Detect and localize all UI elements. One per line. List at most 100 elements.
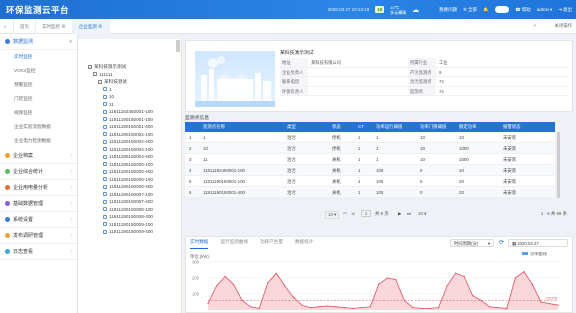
node-icon [103, 222, 107, 227]
company-title: 某科技演示测试 [280, 51, 314, 56]
collapse-icon: − [98, 79, 102, 84]
tree-node[interactable]: 11911190150009-400 [88, 228, 181, 236]
close-actions-button[interactable]: 关闭操作 [554, 23, 572, 29]
tree-node[interactable]: 11911190150006-100 [88, 176, 181, 184]
sidebar-group-1[interactable]: 企业档案 › [0, 148, 77, 164]
tree-node[interactable]: 11911190150008-400 [88, 213, 181, 221]
column-header[interactable]: 状态 [332, 122, 358, 132]
tree-node[interactable]: 11911190150002-400 [88, 138, 181, 146]
chart-tab[interactable]: 实时数据 [190, 239, 209, 249]
sidebar-group-0[interactable]: 数据监测 ▾ [0, 34, 77, 50]
sidebar-group-label: 基础数据管理 [13, 200, 44, 207]
question-button[interactable]: 我要问题 [439, 7, 457, 13]
tree-node-label: 11911190150006-100 [109, 176, 153, 182]
table-cell: 11 [203, 157, 208, 162]
tree-node[interactable]: − 某科技测试 [88, 78, 181, 86]
tab-home[interactable]: 首页 [14, 18, 36, 34]
page-input[interactable]: 1 [361, 210, 371, 217]
sidebar-group-5[interactable]: 系统设置 › [0, 212, 77, 228]
date-picker[interactable]: ▦ 2020.03.27 [508, 239, 568, 247]
sidebar-item[interactable]: 企业电力检测数据 [0, 134, 77, 148]
tree-node[interactable]: 11911190150005-400 [88, 168, 181, 176]
tree-node[interactable]: −111111 [88, 71, 181, 79]
tree-node-label: 10 [109, 94, 115, 99]
notice-pill[interactable] [494, 6, 510, 13]
range-select[interactable]: 时间周期(分) ▾ [450, 239, 494, 247]
tree-node[interactable]: 11 [88, 101, 181, 109]
sidebar-group-6[interactable]: 发布调研管理 › [0, 228, 77, 244]
column-header[interactable]: 功率运行阈值 [376, 122, 420, 132]
sidebar-group-3[interactable]: 企业用电量分析 › [0, 180, 77, 196]
sidebar-item[interactable]: 视频监控 [0, 106, 77, 120]
tree-node[interactable]: 11911190150001-400 [88, 123, 181, 131]
tools-button[interactable]: ✲ 全部 [463, 7, 477, 13]
first-page-button[interactable]: ⏮ [343, 211, 347, 216]
tree-node-label: 111111 [99, 71, 113, 77]
tree-node[interactable]: 11911190150007-100 [88, 191, 181, 199]
last-page-button[interactable]: ⏭ [407, 211, 411, 216]
info-value: 74 [439, 79, 444, 84]
tree-node[interactable]: 11911190150006-400 [88, 183, 181, 191]
tab-company-monitor[interactable]: 企业监测 ⊗ [72, 18, 110, 34]
tree-node[interactable]: 11911190150009-100 [88, 221, 181, 229]
column-header[interactable]: 功率门限阈值 [420, 122, 459, 132]
tab-nav-back[interactable]: « [0, 18, 14, 34]
sidebar-item[interactable]: 门禁监控 [0, 92, 77, 106]
node-icon [103, 177, 107, 182]
table-row[interactable]: 4 11911182450001-100 治污 关机 1 100 0 10 未安装 [185, 165, 555, 176]
page-size-select[interactable]: 10 ▾ [325, 211, 340, 219]
tree-node[interactable]: 11911190150001-100 [88, 116, 181, 124]
table-row[interactable]: 6 11911190150001-400 治污 关机 1 100 0 20 未安装 [185, 187, 555, 198]
tree-scrollbar[interactable] [176, 40, 180, 52]
tree-node[interactable]: 11911190150005-100 [88, 161, 181, 169]
tree-node[interactable]: 11911190150002-100 [88, 131, 181, 139]
help-button[interactable]: ☎ 帮助 [515, 7, 531, 13]
node-icon [103, 229, 107, 234]
chart-tab[interactable]: 运行监测曲线 [220, 239, 248, 249]
sidebar-item[interactable]: 预警监控 [0, 78, 77, 92]
column-header[interactable]: 额定功率 [459, 122, 503, 132]
tree-node[interactable]: 10 [88, 93, 181, 101]
sidebar-item[interactable]: 企业实验流程数据 [0, 120, 77, 134]
sidebar-item[interactable]: VOCs监控 [0, 64, 77, 78]
table-scrollbar[interactable] [557, 132, 560, 198]
table-row[interactable]: 3 11 治污 关机 1 1 10 1000 未安装 [185, 154, 555, 165]
logout-button[interactable]: ⇥ 退出 [558, 7, 572, 13]
column-header[interactable]: 类型 [287, 122, 332, 132]
sidebar-item[interactable]: 实时监控 [0, 50, 77, 64]
bell-icon[interactable]: 🔔 [483, 7, 489, 13]
close-icon[interactable]: ⊗ [61, 24, 66, 29]
node-icon [103, 94, 107, 99]
chart-tab[interactable]: 数据统计 [295, 239, 313, 249]
table-row[interactable]: 1 1 治污 停机 1 1 10 10 未安装 [185, 132, 555, 143]
close-icon[interactable]: ⊗ [98, 24, 103, 29]
tree-node[interactable]: 11911190150008-100 [88, 206, 181, 214]
node-icon [103, 192, 107, 197]
column-header[interactable]: 监测点名称 [203, 122, 287, 132]
tree-node[interactable]: 11911190150007-400 [88, 198, 181, 206]
next-page-button[interactable]: ▶ [398, 211, 401, 217]
column-header[interactable]: CT [358, 122, 376, 132]
tree-node[interactable]: 1 [88, 86, 181, 94]
data-point [531, 283, 533, 285]
column-header[interactable]: 报警状态 [503, 122, 555, 132]
user-menu[interactable]: admin ▾ [537, 7, 553, 13]
tree-node[interactable]: − 某科技演示测试 [88, 63, 181, 71]
per-page-select[interactable]: 10 ▾ [418, 211, 426, 217]
tab-realtime[interactable]: 实时监控 ⊗ [36, 18, 73, 34]
tree-node[interactable]: 11911182450001-100 [88, 108, 181, 116]
tree-node[interactable]: 11911190150004-100 [88, 146, 181, 154]
sidebar-group-7[interactable]: 日志查看 › [0, 244, 77, 260]
data-point [326, 305, 329, 307]
prev-page-button[interactable]: ◀ [351, 211, 354, 217]
table-row[interactable]: 5 11911190150001-100 治污 关机 1 100 0 20 未安装 [185, 176, 555, 187]
tree-node[interactable]: 11911190150004-400 [88, 153, 181, 161]
table-cell: 1000 [459, 157, 469, 162]
sidebar-group-4[interactable]: 基础数据管理 › [0, 196, 77, 212]
refresh-icon[interactable]: ⟳ [499, 239, 504, 246]
table-row[interactable]: 2 10 治污 停机 1 1 10 1000 未安装 [185, 143, 555, 154]
tab-nav-forward[interactable]: » [533, 23, 536, 29]
column-header[interactable] [185, 122, 203, 132]
sidebar-group-2[interactable]: 企业综合统计 › [0, 164, 77, 180]
chart-tab[interactable]: 功耗产生量 [260, 239, 283, 249]
